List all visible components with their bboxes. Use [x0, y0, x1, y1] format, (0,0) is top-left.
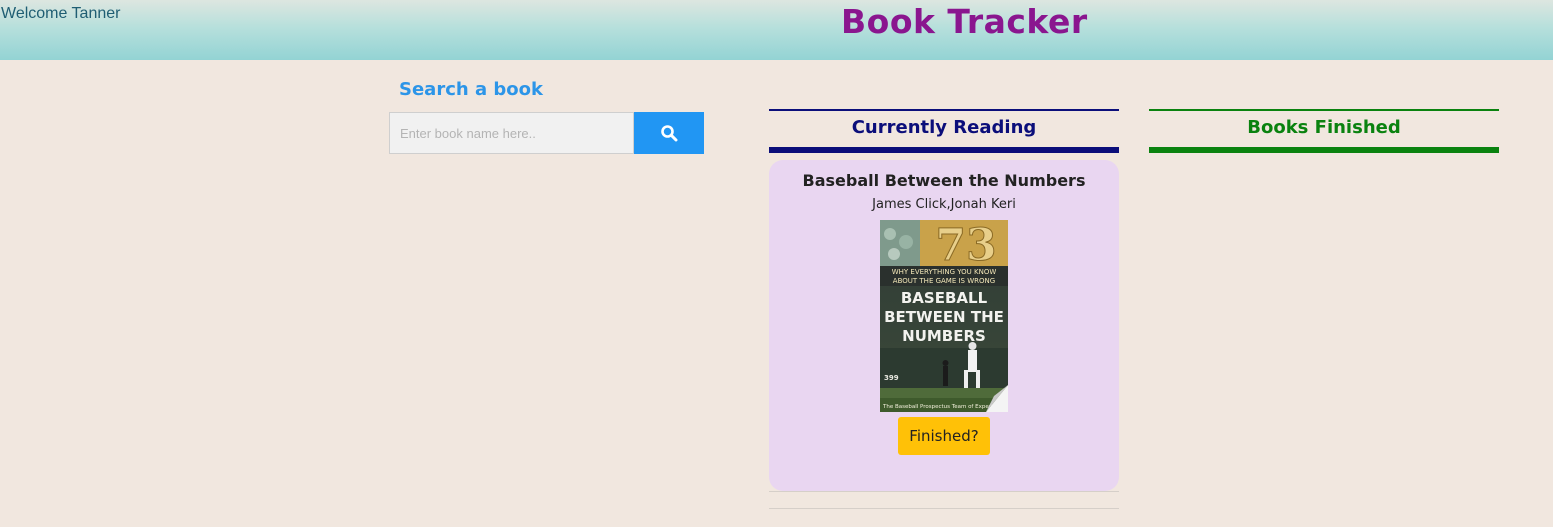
currently-reading-header: Currently Reading [769, 109, 1119, 153]
book-title: Baseball Between the Numbers [802, 171, 1086, 190]
finished-button[interactable]: Finished? [898, 417, 990, 455]
search-icon [661, 125, 678, 142]
cover-title-line-2: BETWEEN THE [884, 308, 1004, 326]
app-title: Book Tracker [841, 2, 1088, 41]
welcome-message: Welcome Tanner [1, 5, 121, 22]
top-header: Welcome Tanner Book Tracker [0, 0, 1553, 60]
search-heading: Search a book [399, 79, 543, 100]
divider [769, 491, 1119, 492]
cover-tagline-1: WHY EVERYTHING YOU KNOW [892, 268, 997, 276]
divider [769, 508, 1119, 509]
book-cover-image: 73 WHY EVERYTHING YOU KNOW ABOUT THE GAM… [880, 220, 1008, 412]
book-card: Baseball Between the Numbers James Click… [769, 160, 1119, 491]
search-input[interactable] [389, 112, 634, 154]
cover-distance: 399 [884, 374, 899, 382]
cover-publisher: The Baseball Prospectus Team of Experts [882, 404, 996, 410]
books-finished-header: Books Finished [1149, 109, 1499, 153]
cover-number: 73 [935, 220, 996, 271]
search-button[interactable] [634, 112, 704, 154]
cover-tagline-2: ABOUT THE GAME IS WRONG [893, 277, 995, 285]
cover-title-line-1: BASEBALL [901, 289, 988, 307]
book-authors: James Click,Jonah Keri [872, 197, 1016, 212]
